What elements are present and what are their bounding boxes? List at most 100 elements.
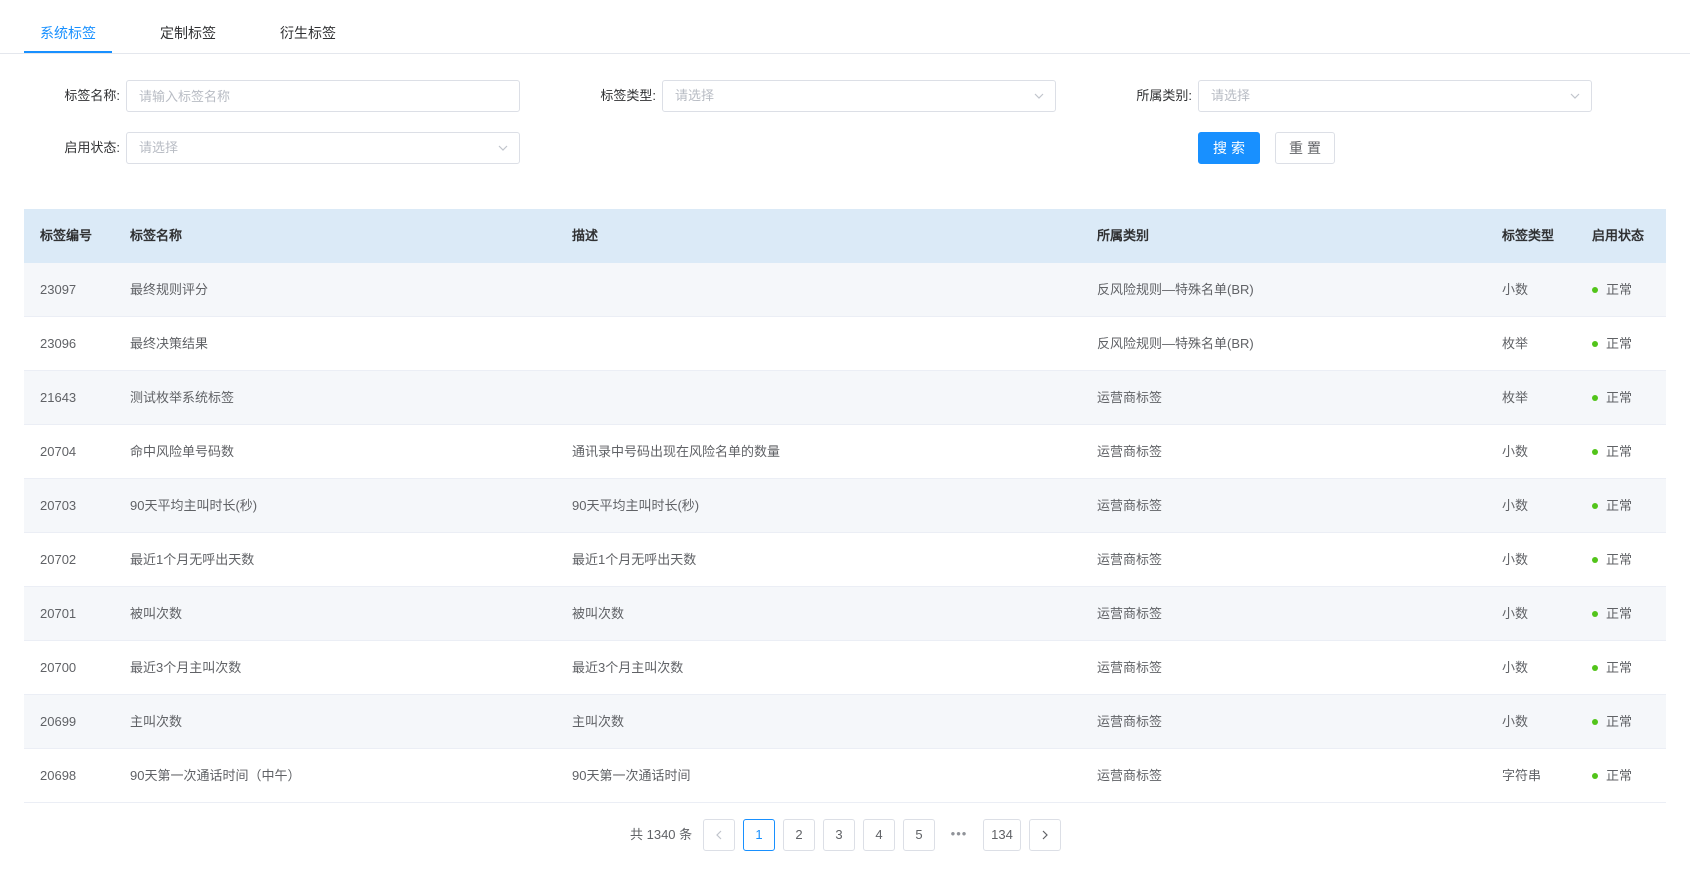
col-header-id: 标签编号: [40, 228, 93, 243]
table-header: 标签编号 标签名称 描述 所属类别 标签类型 启用状态: [24, 209, 1666, 263]
table-row[interactable]: 23096 最终决策结果 反风险规则—特殊名单(BR) 枚举 正常: [24, 317, 1666, 371]
cell-tag-type: 小数: [1502, 282, 1529, 297]
cell-tag-id: 23096: [40, 336, 77, 351]
page-5-button[interactable]: 5: [903, 819, 935, 851]
tab-derived-tags[interactable]: 衍生标签: [280, 0, 336, 54]
cell-category: 运营商标签: [1097, 498, 1163, 513]
status-dot-icon: [1592, 340, 1598, 347]
page-last-button[interactable]: 134: [983, 819, 1021, 851]
page-1-button[interactable]: 1: [743, 819, 775, 851]
cell-tag-type: 枚举: [1502, 336, 1529, 351]
cell-description: 90天第一次通话时间: [572, 768, 691, 783]
cell-category: 运营商标签: [1097, 714, 1163, 729]
tag-type-select[interactable]: 请选择: [662, 80, 1056, 112]
pagination-ellipsis[interactable]: •••: [943, 819, 975, 851]
status-dot-icon: [1592, 556, 1598, 563]
cell-description: 最近1个月无呼出天数: [572, 552, 697, 567]
cell-tag-type: 字符串: [1502, 768, 1542, 783]
cell-tag-type: 小数: [1502, 444, 1529, 459]
cell-tag-name: 命中风险单号码数: [130, 444, 235, 459]
tab-bar: 系统标签 定制标签 衍生标签: [0, 0, 1690, 54]
tag-type-placeholder: 请选择: [675, 88, 715, 103]
status-text: 正常: [1606, 498, 1633, 513]
cell-tag-id: 20698: [40, 768, 77, 783]
status-select[interactable]: 请选择: [126, 132, 520, 164]
cell-tag-type: 小数: [1502, 498, 1529, 513]
table-row[interactable]: 20698 90天第一次通话时间（中午） 90天第一次通话时间 运营商标签 字符串 正常: [24, 749, 1666, 803]
table-row[interactable]: 20703 90天平均主叫时长(秒) 90天平均主叫时长(秒) 运营商标签 小数 正常: [24, 479, 1666, 533]
cell-status: 正常: [1592, 749, 1632, 802]
chevron-down-icon: [1570, 93, 1580, 99]
status-text: 正常: [1606, 444, 1633, 459]
tab-custom-tags[interactable]: 定制标签: [160, 0, 216, 54]
cell-tag-id: 20699: [40, 714, 77, 729]
cell-tag-type: 小数: [1502, 552, 1529, 567]
col-header-status: 启用状态: [1592, 228, 1645, 243]
status-dot-icon: [1592, 286, 1598, 293]
cell-tag-type: 小数: [1502, 660, 1529, 675]
tab-system-tags[interactable]: 系统标签: [40, 0, 96, 54]
cell-tag-id: 20704: [40, 444, 77, 459]
cell-tag-type: 小数: [1502, 714, 1529, 729]
table-row[interactable]: 20700 最近3个月主叫次数 最近3个月主叫次数 运营商标签 小数 正常: [24, 641, 1666, 695]
table-row[interactable]: 20702 最近1个月无呼出天数 最近1个月无呼出天数 运营商标签 小数 正常: [24, 533, 1666, 587]
table-row[interactable]: 20701 被叫次数 被叫次数 运营商标签 小数 正常: [24, 587, 1666, 641]
category-placeholder: 请选择: [1211, 88, 1251, 103]
cell-description: 被叫次数: [572, 606, 625, 621]
cell-category: 运营商标签: [1097, 606, 1163, 621]
col-header-desc: 描述: [572, 228, 599, 243]
col-header-category: 所属类别: [1097, 228, 1150, 243]
tag-name-input[interactable]: [127, 81, 519, 111]
cell-status: 正常: [1592, 695, 1632, 748]
reset-button[interactable]: 重置: [1275, 132, 1335, 164]
cell-tag-id: 23097: [40, 282, 77, 297]
status-dot-icon: [1592, 394, 1598, 401]
cell-category: 运营商标签: [1097, 768, 1163, 783]
status-text: 正常: [1606, 714, 1633, 729]
cell-status: 正常: [1592, 371, 1632, 424]
cell-status: 正常: [1592, 317, 1632, 370]
status-dot-icon: [1592, 664, 1598, 671]
table-row[interactable]: 20704 命中风险单号码数 通讯录中号码出现在风险名单的数量 运营商标签 小数 正常: [24, 425, 1666, 479]
cell-category: 反风险规则—特殊名单(BR): [1097, 336, 1254, 351]
cell-status: 正常: [1592, 587, 1632, 640]
cell-tag-name: 最终规则评分: [130, 282, 209, 297]
tag-name-label: 标签名称:: [64, 88, 120, 103]
status-dot-icon: [1592, 772, 1598, 779]
table-body: 23097 最终规则评分 反风险规则—特殊名单(BR) 小数 正常 23096 最终决策结果…: [24, 263, 1666, 803]
next-page-button[interactable]: [1029, 819, 1061, 851]
cell-tag-id: 20702: [40, 552, 77, 567]
cell-description: 最近3个月主叫次数: [572, 660, 684, 675]
cell-status: 正常: [1592, 263, 1632, 316]
tag-type-label: 标签类型:: [600, 88, 656, 103]
status-text: 正常: [1606, 768, 1633, 783]
cell-description: 主叫次数: [572, 714, 625, 729]
status-dot-icon: [1592, 718, 1598, 725]
cell-category: 反风险规则—特殊名单(BR): [1097, 282, 1254, 297]
status-text: 正常: [1606, 336, 1633, 351]
table-row[interactable]: 21643 测试枚举系统标签 运营商标签 枚举 正常: [24, 371, 1666, 425]
status-dot-icon: [1592, 502, 1598, 509]
page-4-button[interactable]: 4: [863, 819, 895, 851]
cell-tag-name: 最终决策结果: [130, 336, 209, 351]
cell-tag-name: 被叫次数: [130, 606, 183, 621]
cell-tag-name: 最近1个月无呼出天数: [130, 552, 255, 567]
page-2-button[interactable]: 2: [783, 819, 815, 851]
status-text: 正常: [1606, 660, 1633, 675]
pagination-total: 共 1340 条: [630, 827, 693, 842]
status-text: 正常: [1606, 552, 1633, 567]
status-text: 正常: [1606, 282, 1633, 297]
cell-status: 正常: [1592, 533, 1632, 586]
cell-tag-id: 20701: [40, 606, 77, 621]
prev-page-button[interactable]: [703, 819, 735, 851]
search-button[interactable]: 搜索: [1198, 132, 1260, 164]
cell-status: 正常: [1592, 425, 1632, 478]
table-row[interactable]: 23097 最终规则评分 反风险规则—特殊名单(BR) 小数 正常: [24, 263, 1666, 317]
category-select[interactable]: 请选择: [1198, 80, 1592, 112]
page-3-button[interactable]: 3: [823, 819, 855, 851]
tag-table: 标签编号 标签名称 描述 所属类别 标签类型 启用状态 23097 最终规则评分反…: [24, 209, 1666, 803]
table-row[interactable]: 20699 主叫次数 主叫次数 运营商标签 小数 正常: [24, 695, 1666, 749]
col-header-type: 标签类型: [1502, 228, 1555, 243]
status-dot-icon: [1592, 448, 1598, 455]
cell-description: 通讯录中号码出现在风险名单的数量: [572, 444, 781, 459]
